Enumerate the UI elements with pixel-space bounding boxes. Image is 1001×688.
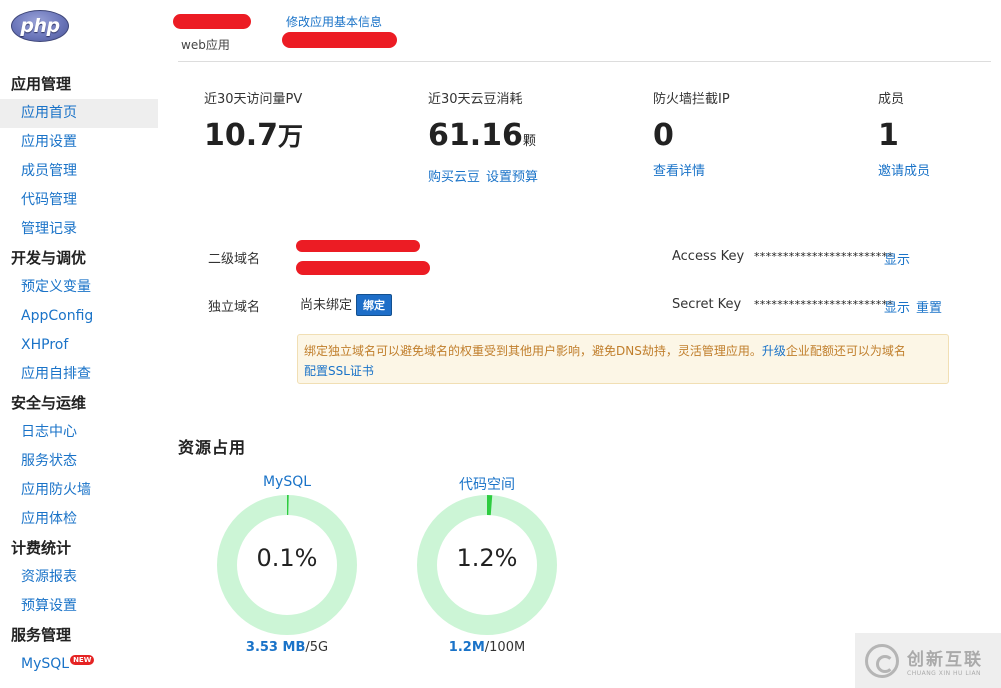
gauge-code-space-title[interactable]: 代码空间 [459,477,515,493]
gauge-code-space-percent: 1.2% [456,544,518,572]
stat-firewall-label: 防火墙拦截IP [653,92,730,107]
notice-text-2: 企业配额还可以为域名 [785,344,906,358]
stat-members-value: 1 [878,118,899,153]
redacted-app-name [173,14,251,29]
notice-text-1: 绑定独立域名可以避免域名的权重受到其他用户影响，避免DNS劫持，灵活管理应用。 [304,344,762,358]
gauge-code-space-used: 1.2M [448,640,485,655]
stat-yundou-label: 近30天云豆消耗 [428,92,523,107]
show-secret-key-link[interactable]: 显示 [884,301,910,316]
watermark-main: 创新互联 [907,649,983,670]
sidebar-group-services: 服务管理 [11,626,72,644]
stat-firewall: 防火墙拦截IP 0 查看详情 [653,88,730,179]
stat-yundou-unit: 颗 [522,134,536,149]
watermark-sub: CHUANG XIN HU LIAN [907,669,982,677]
header-divider [178,61,991,62]
stat-pv-value: 10.7万 [204,116,303,157]
sidebar-item-mysql-label: MySQL [21,656,70,672]
view-details-link[interactable]: 查看详情 [653,164,705,179]
gauge-mysql-usage: 3.53 MB/5G [216,640,358,655]
new-badge: NEW [70,655,95,665]
app-type-label: web应用 [181,38,230,52]
gauge-code-space-total: /100M [484,640,526,655]
custom-domain-label: 独立域名 [208,300,261,315]
php-logo[interactable]: php [11,10,69,42]
edit-app-info-link[interactable]: 修改应用基本信息 [286,13,382,30]
stat-pv-unit: 万 [278,122,304,151]
sidebar-item-appconfig[interactable]: AppConfig [0,302,158,331]
secret-key-label: Secret Key [672,297,742,312]
sidebar-group-billing: 计费统计 [11,539,72,557]
gauge-mysql-used: 3.53 MB [245,640,306,655]
stat-yundou: 近30天云豆消耗 61.16颗 购买云豆 设置预算 [428,88,544,185]
gauge-code-space-usage: 1.2M/100M [416,640,558,655]
watermark-logo-icon [865,643,899,678]
access-key-label: Access Key [672,249,745,264]
sidebar-nav: 应用管理 应用首页 应用设置 成员管理 代码管理 管理记录 开发与调优 预定义变… [0,70,158,679]
sidebar-item-resource-report[interactable]: 资源报表 [0,563,158,592]
access-key-value: ************************ [754,250,894,263]
show-access-key-link[interactable]: 显示 [884,253,910,268]
stat-members-label: 成员 [878,92,905,107]
gauge-mysql-total: /5G [305,640,329,655]
invite-member-link[interactable]: 邀请成员 [878,164,930,179]
sidebar-item-service-status[interactable]: 服务状态 [0,447,158,476]
redacted-app-id [282,32,397,48]
redacted-domain-2 [296,261,430,275]
ssl-config-link[interactable]: 配置SSL证书 [304,364,374,378]
upgrade-link[interactable]: 升级 [762,344,786,358]
gauge-mysql-percent: 0.1% [256,544,318,572]
set-budget-link[interactable]: 设置预算 [486,170,538,185]
sidebar-item-self-check[interactable]: 应用自排查 [0,360,158,389]
stat-yundou-value: 61.16颗 [428,116,544,162]
gauge-mysql-title[interactable]: MySQL [263,474,311,490]
sidebar-item-env-vars[interactable]: 预定义变量 [0,273,158,302]
stat-pv-number: 10.7 [204,118,279,153]
gauge-code-space: 代码空间 1.2% 1.2M/100M [416,474,558,655]
reset-secret-key-link[interactable]: 重置 [916,301,942,316]
sidebar-item-code[interactable]: 代码管理 [0,186,158,215]
sidebar-item-app-home[interactable]: 应用首页 [0,99,158,128]
custom-domain-status: 尚未绑定 [300,298,353,313]
stat-members: 成员 1 邀请成员 [878,88,936,179]
redacted-domain-1 [296,240,420,252]
resources-title: 资源占用 [178,438,247,457]
buy-yundou-link[interactable]: 购买云豆 [428,170,480,185]
sidebar-item-logs[interactable]: 管理记录 [0,215,158,244]
sidebar-group-security: 安全与运维 [11,394,87,412]
stat-pv-label: 近30天访问量PV [204,92,303,107]
second-level-domain-label: 二级域名 [208,252,261,267]
secret-key-value: ************************ [754,298,894,311]
sidebar-item-health-check[interactable]: 应用体检 [0,505,158,534]
sidebar-item-firewall[interactable]: 应用防火墙 [0,476,158,505]
stat-yundou-number: 61.16 [428,118,523,153]
bind-domain-button[interactable]: 绑定 [356,294,393,316]
sidebar-item-mysql[interactable]: MySQL NEW [0,650,158,679]
custom-domain-value: 尚未绑定 绑定 [300,294,393,316]
sidebar-item-budget[interactable]: 预算设置 [0,592,158,621]
stat-pv: 近30天访问量PV 10.7万 [204,88,303,157]
sidebar-item-members[interactable]: 成员管理 [0,157,158,186]
sidebar-group-dev: 开发与调优 [11,249,87,267]
logo-text: php [20,15,60,37]
sidebar-item-app-settings[interactable]: 应用设置 [0,128,158,157]
domain-notice: 绑定独立域名可以避免域名的权重受到其他用户影响，避免DNS劫持，灵活管理应用。升… [297,334,949,384]
watermark: 创新互联 CHUANG XIN HU LIAN [855,633,1001,688]
sidebar-item-log-center[interactable]: 日志中心 [0,418,158,447]
sidebar-group-app-manage: 应用管理 [11,75,72,93]
stat-firewall-value: 0 [653,118,674,153]
gauge-mysql: MySQL 0.1% 3.53 MB/5G [216,474,358,655]
sidebar-item-xhprof[interactable]: XHProf [0,331,158,360]
